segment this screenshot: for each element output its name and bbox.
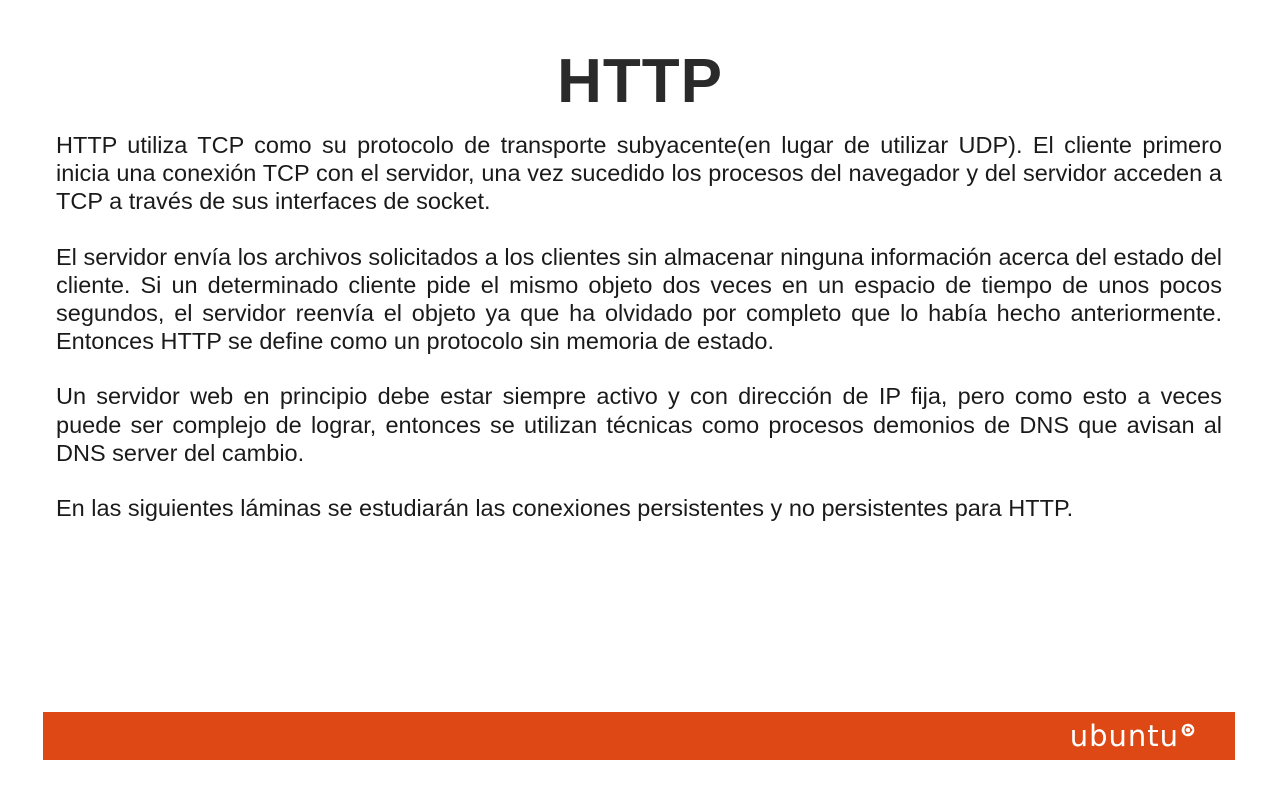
slide-body: HTTP utiliza TCP como su protocolo de tr… — [56, 131, 1222, 549]
paragraph-1: HTTP utiliza TCP como su protocolo de tr… — [56, 132, 1222, 215]
ubuntu-circle-of-friends-icon — [1181, 723, 1195, 737]
ubuntu-logo: ubuntu — [1070, 719, 1195, 753]
paragraph-3: Un servidor web en principio debe estar … — [56, 383, 1222, 466]
slide-title: HTTP — [557, 47, 723, 116]
slide: HTTP HTTP utiliza TCP como su protocolo … — [0, 0, 1280, 800]
footer-bar: ubuntu — [43, 712, 1235, 760]
paragraph-4: En las siguientes láminas se estudiarán … — [56, 495, 1074, 522]
logo-text: ubuntu — [1069, 719, 1179, 753]
paragraph-2: El servidor envía los archivos solicitad… — [56, 243, 1222, 355]
